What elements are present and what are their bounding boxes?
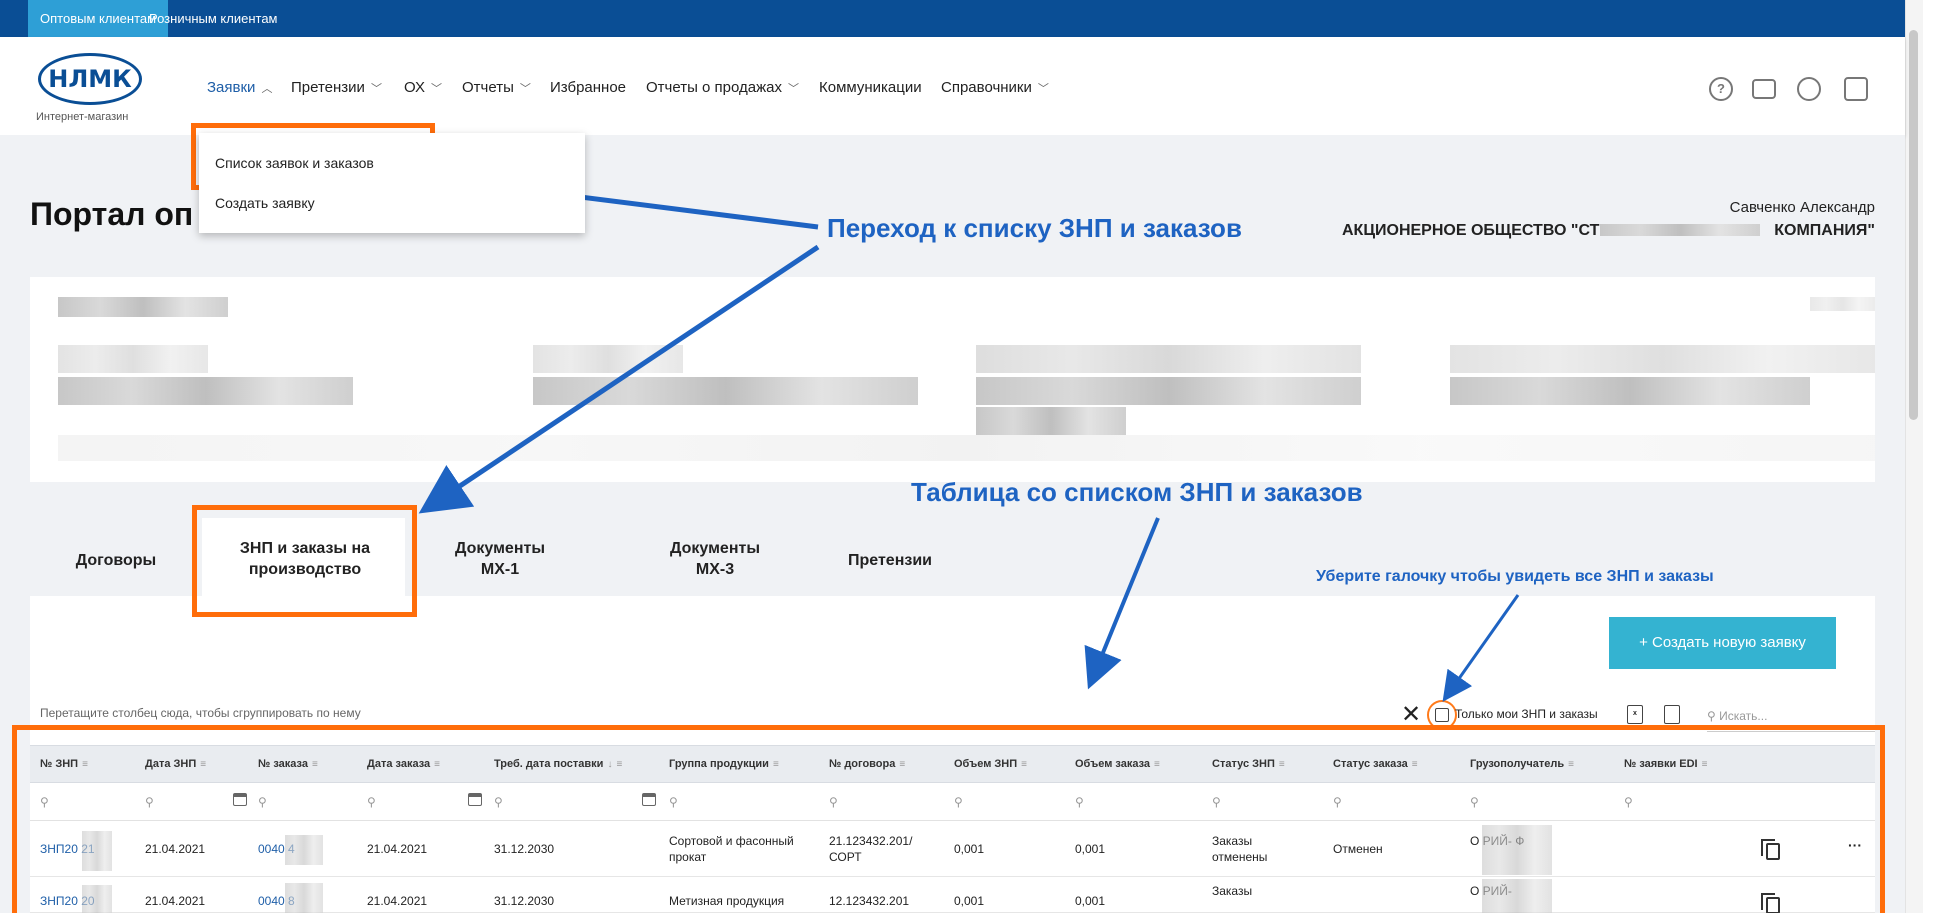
menu-item-request-list[interactable]: Список заявок и заказов [215, 155, 374, 171]
annotation-table: Таблица со списком ЗНП и заказов [911, 477, 1363, 507]
annotation-uncheck: Уберите галочку чтобы увидеть все ЗНП и … [1316, 568, 1714, 585]
annotation-go-to-list: Переход к списку ЗНП и заказов [827, 213, 1242, 243]
requests-dropdown: Список заявок и заказов Создать заявку [199, 133, 585, 233]
menu-item-create-request[interactable]: Создать заявку [215, 195, 315, 211]
